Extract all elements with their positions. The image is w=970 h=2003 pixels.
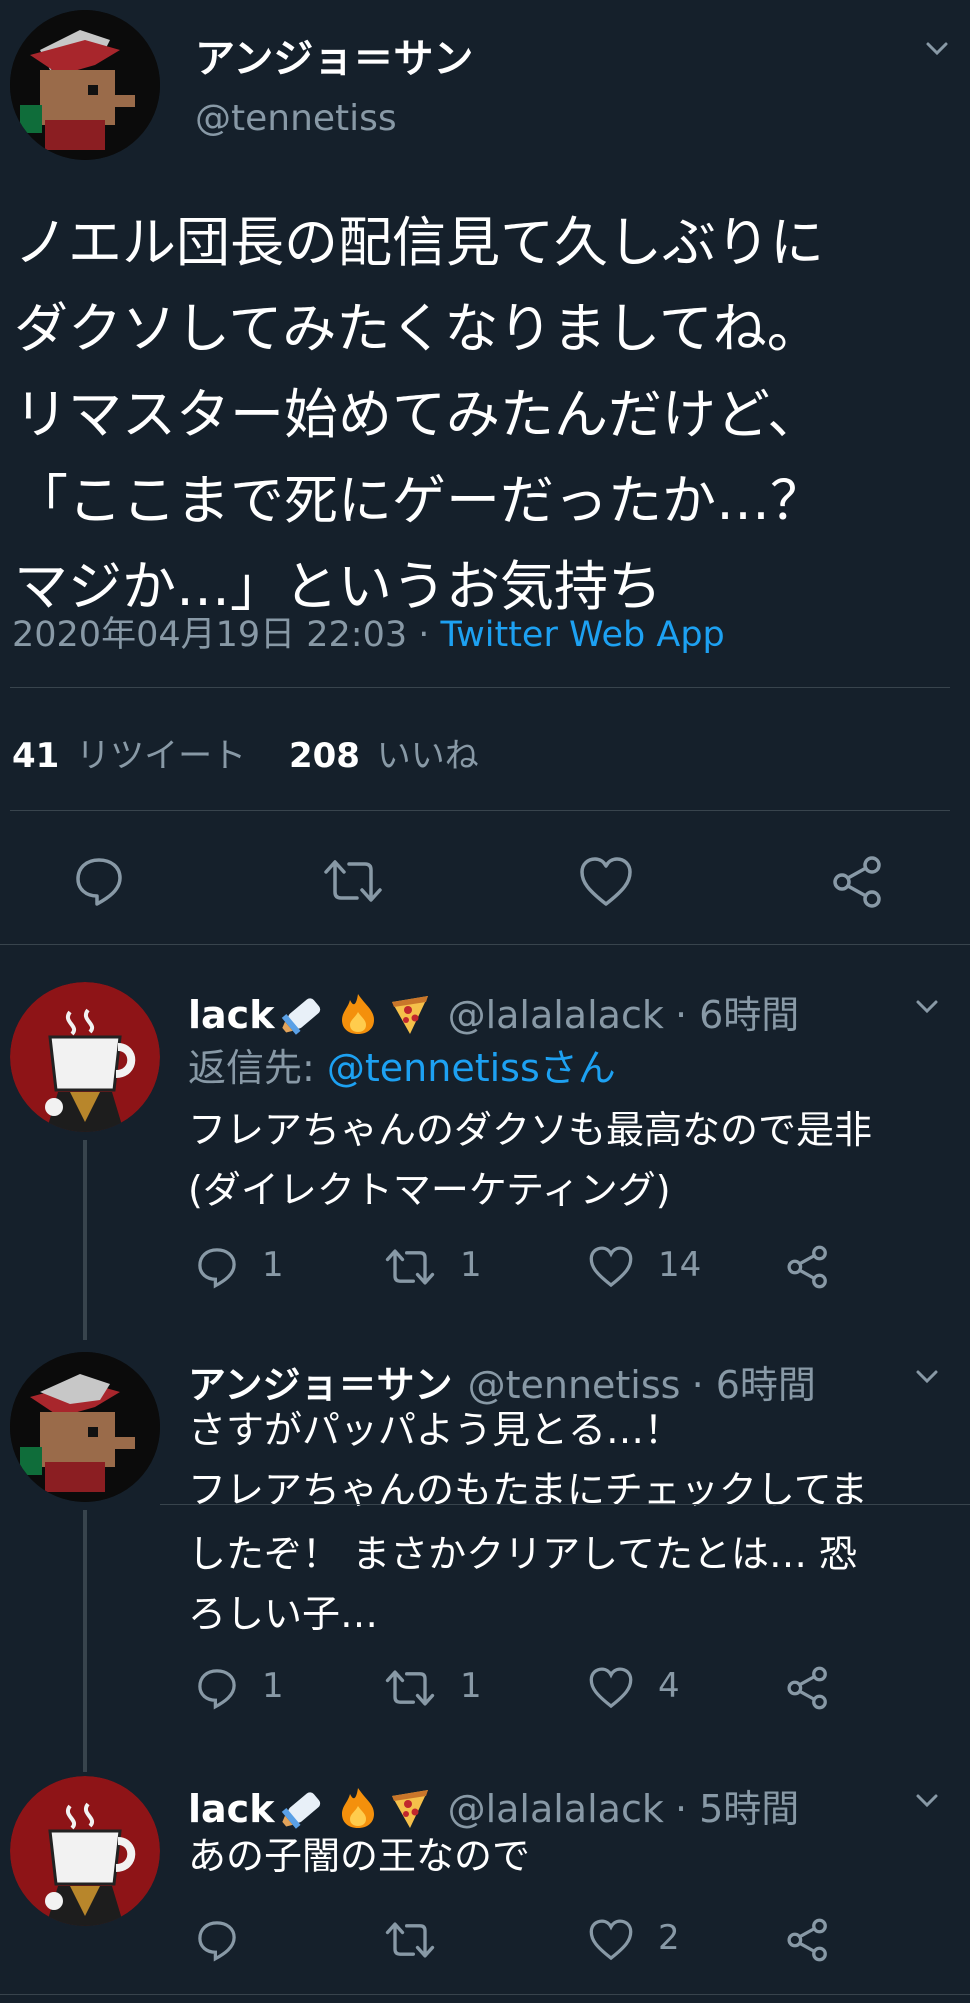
reply-text-continued: したぞ！ まさかクリアしてたとは… 恐 ろしい子…: [188, 1524, 857, 1644]
retweet-label[interactable]: リツイート: [76, 736, 246, 776]
retweet-count: 1: [460, 1245, 482, 1285]
like-count: 2: [658, 1918, 680, 1958]
share-icon[interactable]: [785, 1665, 831, 1711]
timestamp[interactable]: 2020年04月19日 22:03: [12, 615, 407, 655]
reply-text: さすがパッパよう見とる…！ フレアちゃんのもたまにチェックしてま: [188, 1400, 868, 1520]
chevron-down-icon[interactable]: [912, 1362, 942, 1392]
share-icon[interactable]: [830, 854, 886, 910]
reply-count: 1: [262, 1666, 284, 1706]
avatar[interactable]: [10, 1776, 160, 1926]
tweet-text-line: 「ここまで死にゲーだったか…？: [14, 469, 824, 532]
retweet-count[interactable]: 41: [12, 736, 59, 776]
reply-icon[interactable]: [195, 1245, 239, 1289]
divider: [10, 810, 950, 811]
reply-icon[interactable]: [72, 854, 126, 908]
retweet-count: 1: [460, 1666, 482, 1706]
reply-header: lack @lalalalack · 6時間: [188, 984, 799, 1039]
reply-icon[interactable]: [195, 1918, 239, 1962]
fire-icon: [342, 994, 375, 1034]
replying-to-handle[interactable]: @tennetissさん: [327, 1046, 616, 1090]
heart-icon[interactable]: [588, 1245, 634, 1289]
reply-text-line: したぞ！ まさかクリアしてたとは… 恐: [188, 1532, 858, 1576]
reply-text-line: あの子闇の王なので: [188, 1834, 531, 1878]
share-icon[interactable]: [785, 1244, 831, 1290]
user-handle[interactable]: @lalalalack: [448, 1787, 664, 1831]
retweet-icon[interactable]: [385, 1246, 435, 1288]
display-name[interactable]: アンジョ＝サン: [195, 26, 473, 84]
tweet-text-line: ダクソしてみたくなりましてね。: [14, 297, 821, 360]
tweet-text-line: リマスター始めてみたんだけど、: [14, 383, 822, 446]
reply-time[interactable]: · 6時間: [675, 993, 799, 1037]
reply-text-line: フレアちゃんのもたまにチェックしてま: [188, 1468, 868, 1512]
thread-line: [83, 1510, 87, 1772]
user-handle[interactable]: @lalalalack: [448, 993, 664, 1037]
tweet-stats: 41 リツイート 208 いいね: [12, 728, 479, 777]
avatar[interactable]: [10, 1352, 160, 1502]
replying-to-label: 返信先:: [188, 1046, 327, 1090]
reply-text: あの子闇の王なので: [188, 1826, 530, 1886]
like-count[interactable]: 208: [289, 736, 360, 776]
chevron-down-icon[interactable]: [922, 34, 952, 64]
divider: [0, 944, 970, 945]
reply-text-line: フレアちゃんのダクソも最高なので是非: [188, 1108, 873, 1152]
baby-bottle-icon: [282, 1792, 321, 1829]
thread-line: [83, 1140, 87, 1340]
heart-icon[interactable]: [578, 856, 634, 908]
reply-text-line: さすがパッパよう見とる…！: [188, 1408, 683, 1452]
avatar[interactable]: [10, 10, 160, 160]
tweet-meta: 2020年04月19日 22:03 · Twitter Web App: [12, 606, 725, 657]
reply-text-line: (ダイレクトマーケティング): [188, 1168, 671, 1212]
like-label[interactable]: いいね: [377, 736, 479, 776]
reply-count: 1: [262, 1245, 284, 1285]
divider: [0, 1994, 970, 1995]
divider: [10, 687, 950, 688]
display-name[interactable]: lack: [188, 993, 274, 1037]
pizza-icon: [392, 996, 429, 1034]
reply-text-line: ろしい子…: [188, 1592, 379, 1636]
divider: [160, 1504, 970, 1505]
replying-to: 返信先: @tennetissさん: [188, 1038, 616, 1098]
user-handle[interactable]: @tennetiss: [195, 98, 397, 139]
like-count: 4: [658, 1666, 680, 1706]
like-count: 14: [658, 1245, 702, 1285]
reply-time[interactable]: · 5時間: [675, 1787, 799, 1831]
reply-icon[interactable]: [195, 1666, 239, 1710]
retweet-icon[interactable]: [385, 1667, 435, 1709]
tweet-text: ノエル団長の配信見て久しぶりに ダクソしてみたくなりましてね。 リマスター始めて…: [14, 200, 824, 630]
chevron-down-icon[interactable]: [912, 1786, 942, 1816]
avatar[interactable]: [10, 982, 160, 1132]
baby-bottle-icon: [282, 998, 321, 1035]
retweet-icon[interactable]: [385, 1919, 435, 1961]
reply-header: lack @lalalalack · 5時間: [188, 1778, 799, 1833]
retweet-icon[interactable]: [323, 856, 383, 906]
reply-text: フレアちゃんのダクソも最高なので是非 (ダイレクトマーケティング): [188, 1100, 872, 1220]
pizza-icon: [392, 1790, 429, 1828]
heart-icon[interactable]: [588, 1918, 634, 1962]
display-name[interactable]: lack: [188, 1787, 274, 1831]
share-icon[interactable]: [785, 1917, 831, 1963]
chevron-down-icon[interactable]: [912, 992, 942, 1022]
meta-separator: ·: [407, 615, 441, 655]
heart-icon[interactable]: [588, 1666, 634, 1710]
fire-icon: [342, 1788, 375, 1828]
tweet-text-line: ノエル団長の配信見て久しぶりに: [14, 211, 824, 274]
source-link[interactable]: Twitter Web App: [441, 615, 725, 655]
